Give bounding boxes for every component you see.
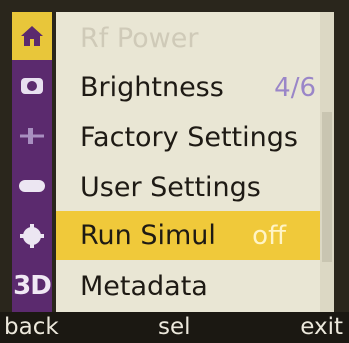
menu-item-rf-power: Rf Power [56,14,334,63]
menu-item-user-settings[interactable]: User Settings [56,163,334,212]
category-tab-strip: 3D [12,12,52,312]
menu-list: Rf Power Brightness 4/6 Factory Settings… [56,12,334,312]
back-softkey[interactable]: back [4,314,59,340]
menu-item-label: Rf Power [80,23,199,54]
tab-3d[interactable]: 3D [12,262,52,310]
menu-item-label: Brightness [80,72,224,103]
camera-icon [21,78,43,94]
menu-item-label: Run Simul [80,220,216,251]
menu-item-metadata[interactable]: Metadata [56,262,334,311]
tab-display[interactable] [12,162,52,210]
menu-item-label: User Settings [80,172,261,203]
tab-gear[interactable] [12,212,52,260]
select-softkey[interactable]: sel [158,314,191,340]
softkey-bar: back sel exit [0,312,349,343]
device-screen: 3D Rf Power Brightness 4/6 Factory Setti… [0,0,349,343]
menu-item-run-simul[interactable]: Run Simul off [56,211,334,260]
menu-item-label: Metadata [80,271,208,302]
display-icon [19,180,45,192]
settings-sliders-icon [20,128,44,144]
home-icon [21,26,43,46]
tab-adjust[interactable] [12,112,52,160]
tab-home[interactable] [12,12,52,60]
menu-item-brightness[interactable]: Brightness 4/6 [56,63,334,112]
brightness-value: 4/6 [274,72,316,103]
3d-icon: 3D [13,271,52,301]
menu-item-factory-settings[interactable]: Factory Settings [56,113,334,162]
menu-item-label: Factory Settings [80,122,298,153]
menu-scrollbar[interactable] [320,12,334,312]
exit-softkey[interactable]: exit [300,314,343,340]
gear-icon [20,224,44,248]
scrollbar-thumb[interactable] [322,112,332,262]
tab-camera[interactable] [12,62,52,110]
run-simul-value: off [252,220,286,251]
